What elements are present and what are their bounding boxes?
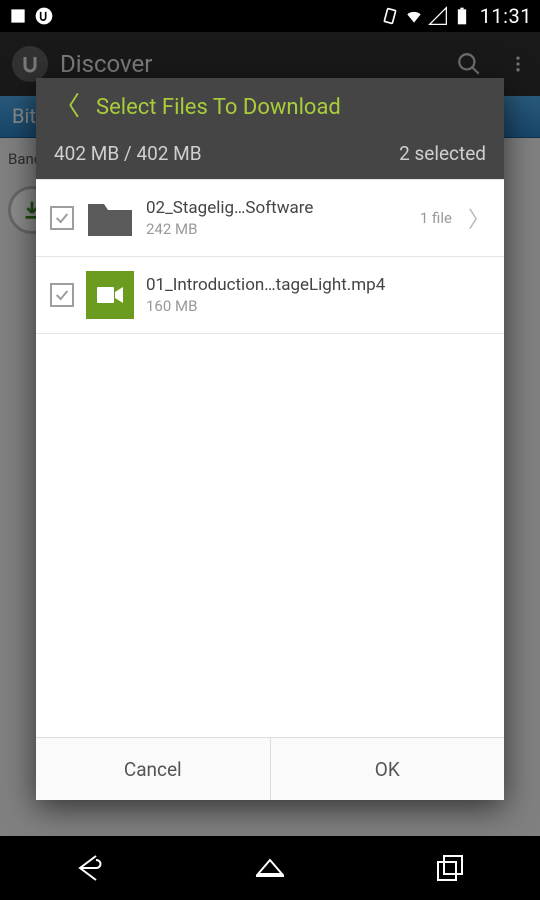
ok-button[interactable]: OK: [270, 738, 505, 800]
size-summary: 402 MB / 402 MB: [54, 142, 202, 165]
utorrent-notification-icon: [34, 6, 54, 26]
select-files-dialog: 〈 Select Files To Download 402 MB / 402 …: [36, 78, 504, 800]
app-logo-icon: [12, 46, 48, 82]
overflow-menu-icon[interactable]: [508, 51, 528, 77]
search-icon[interactable]: [456, 51, 482, 77]
file-size: 242 MB: [146, 220, 408, 238]
file-name: 02_Stagelig…Software: [146, 198, 408, 218]
navigation-bar: [0, 836, 540, 900]
nav-back-icon[interactable]: [72, 850, 108, 886]
back-icon[interactable]: 〈: [54, 94, 80, 120]
chevron-right-icon[interactable]: 〉: [464, 202, 494, 234]
status-bar: 11:31: [0, 0, 540, 32]
video-icon: [86, 271, 134, 319]
file-name: 01_Introduction…tageLight.mp4: [146, 275, 494, 295]
dialog-title: Select Files To Download: [96, 95, 341, 120]
app-title: Discover: [60, 50, 152, 78]
checkbox[interactable]: [50, 206, 74, 230]
file-row-folder[interactable]: 02_Stagelig…Software 242 MB 1 file 〉: [36, 179, 504, 257]
file-count: 1 file: [420, 209, 452, 227]
checkbox[interactable]: [50, 283, 74, 307]
battery-icon: [452, 6, 472, 26]
dialog-header: 〈 Select Files To Download 402 MB / 402 …: [36, 78, 504, 179]
dialog-buttons: Cancel OK: [36, 737, 504, 800]
file-list: 02_Stagelig…Software 242 MB 1 file 〉 01_…: [36, 179, 504, 737]
cancel-button[interactable]: Cancel: [36, 738, 270, 800]
file-row-video[interactable]: 01_Introduction…tageLight.mp4 160 MB: [36, 257, 504, 334]
image-notification-icon: [8, 6, 28, 26]
signal-icon: [428, 6, 448, 26]
wifi-icon: [404, 6, 424, 26]
file-size: 160 MB: [146, 297, 494, 315]
nav-home-icon[interactable]: [252, 850, 288, 886]
selected-summary: 2 selected: [399, 142, 486, 165]
vibrate-icon: [380, 6, 400, 26]
folder-icon: [86, 194, 134, 242]
nav-recent-icon[interactable]: [432, 850, 468, 886]
status-time: 11:31: [480, 4, 532, 28]
